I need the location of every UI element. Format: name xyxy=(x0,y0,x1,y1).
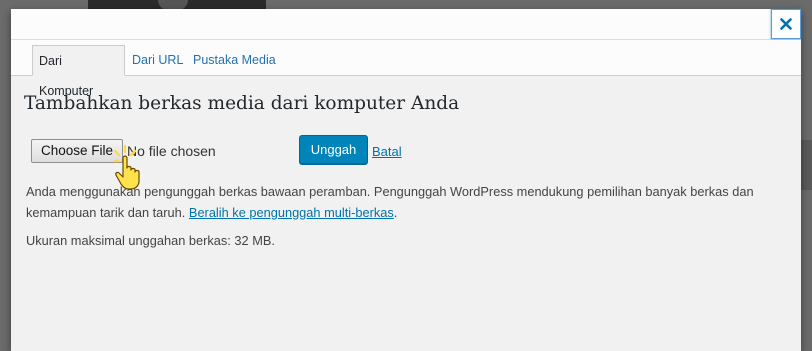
choose-file-button[interactable]: Choose File xyxy=(31,139,123,163)
upload-button[interactable]: Unggah xyxy=(299,135,368,165)
switch-uploader-link[interactable]: Beralih ke pengunggah multi-berkas xyxy=(189,205,394,220)
uploader-info-tail: . xyxy=(393,205,398,220)
tab-from-computer[interactable]: Dari Komputer xyxy=(32,45,125,98)
media-upload-modal: Dari Komputer Dari URL Pustaka Media Tam… xyxy=(11,9,801,351)
cancel-link[interactable]: Batal xyxy=(372,144,402,159)
background-panel xyxy=(801,140,812,190)
page-title: Tambahkan berkas media dari komputer And… xyxy=(24,93,460,114)
uploader-info-text: Anda menggunakan pengunggah berkas bawaa… xyxy=(26,181,786,223)
close-icon xyxy=(780,18,792,30)
close-button[interactable] xyxy=(771,9,801,39)
tab-from-url[interactable]: Dari URL xyxy=(126,45,189,75)
tab-media-library[interactable]: Pustaka Media xyxy=(187,45,282,75)
modal-header xyxy=(11,9,801,40)
tab-bar: Dari Komputer Dari URL Pustaka Media xyxy=(11,40,801,98)
max-upload-size-text: Ukuran maksimal unggahan berkas: 32 MB. xyxy=(26,233,275,248)
